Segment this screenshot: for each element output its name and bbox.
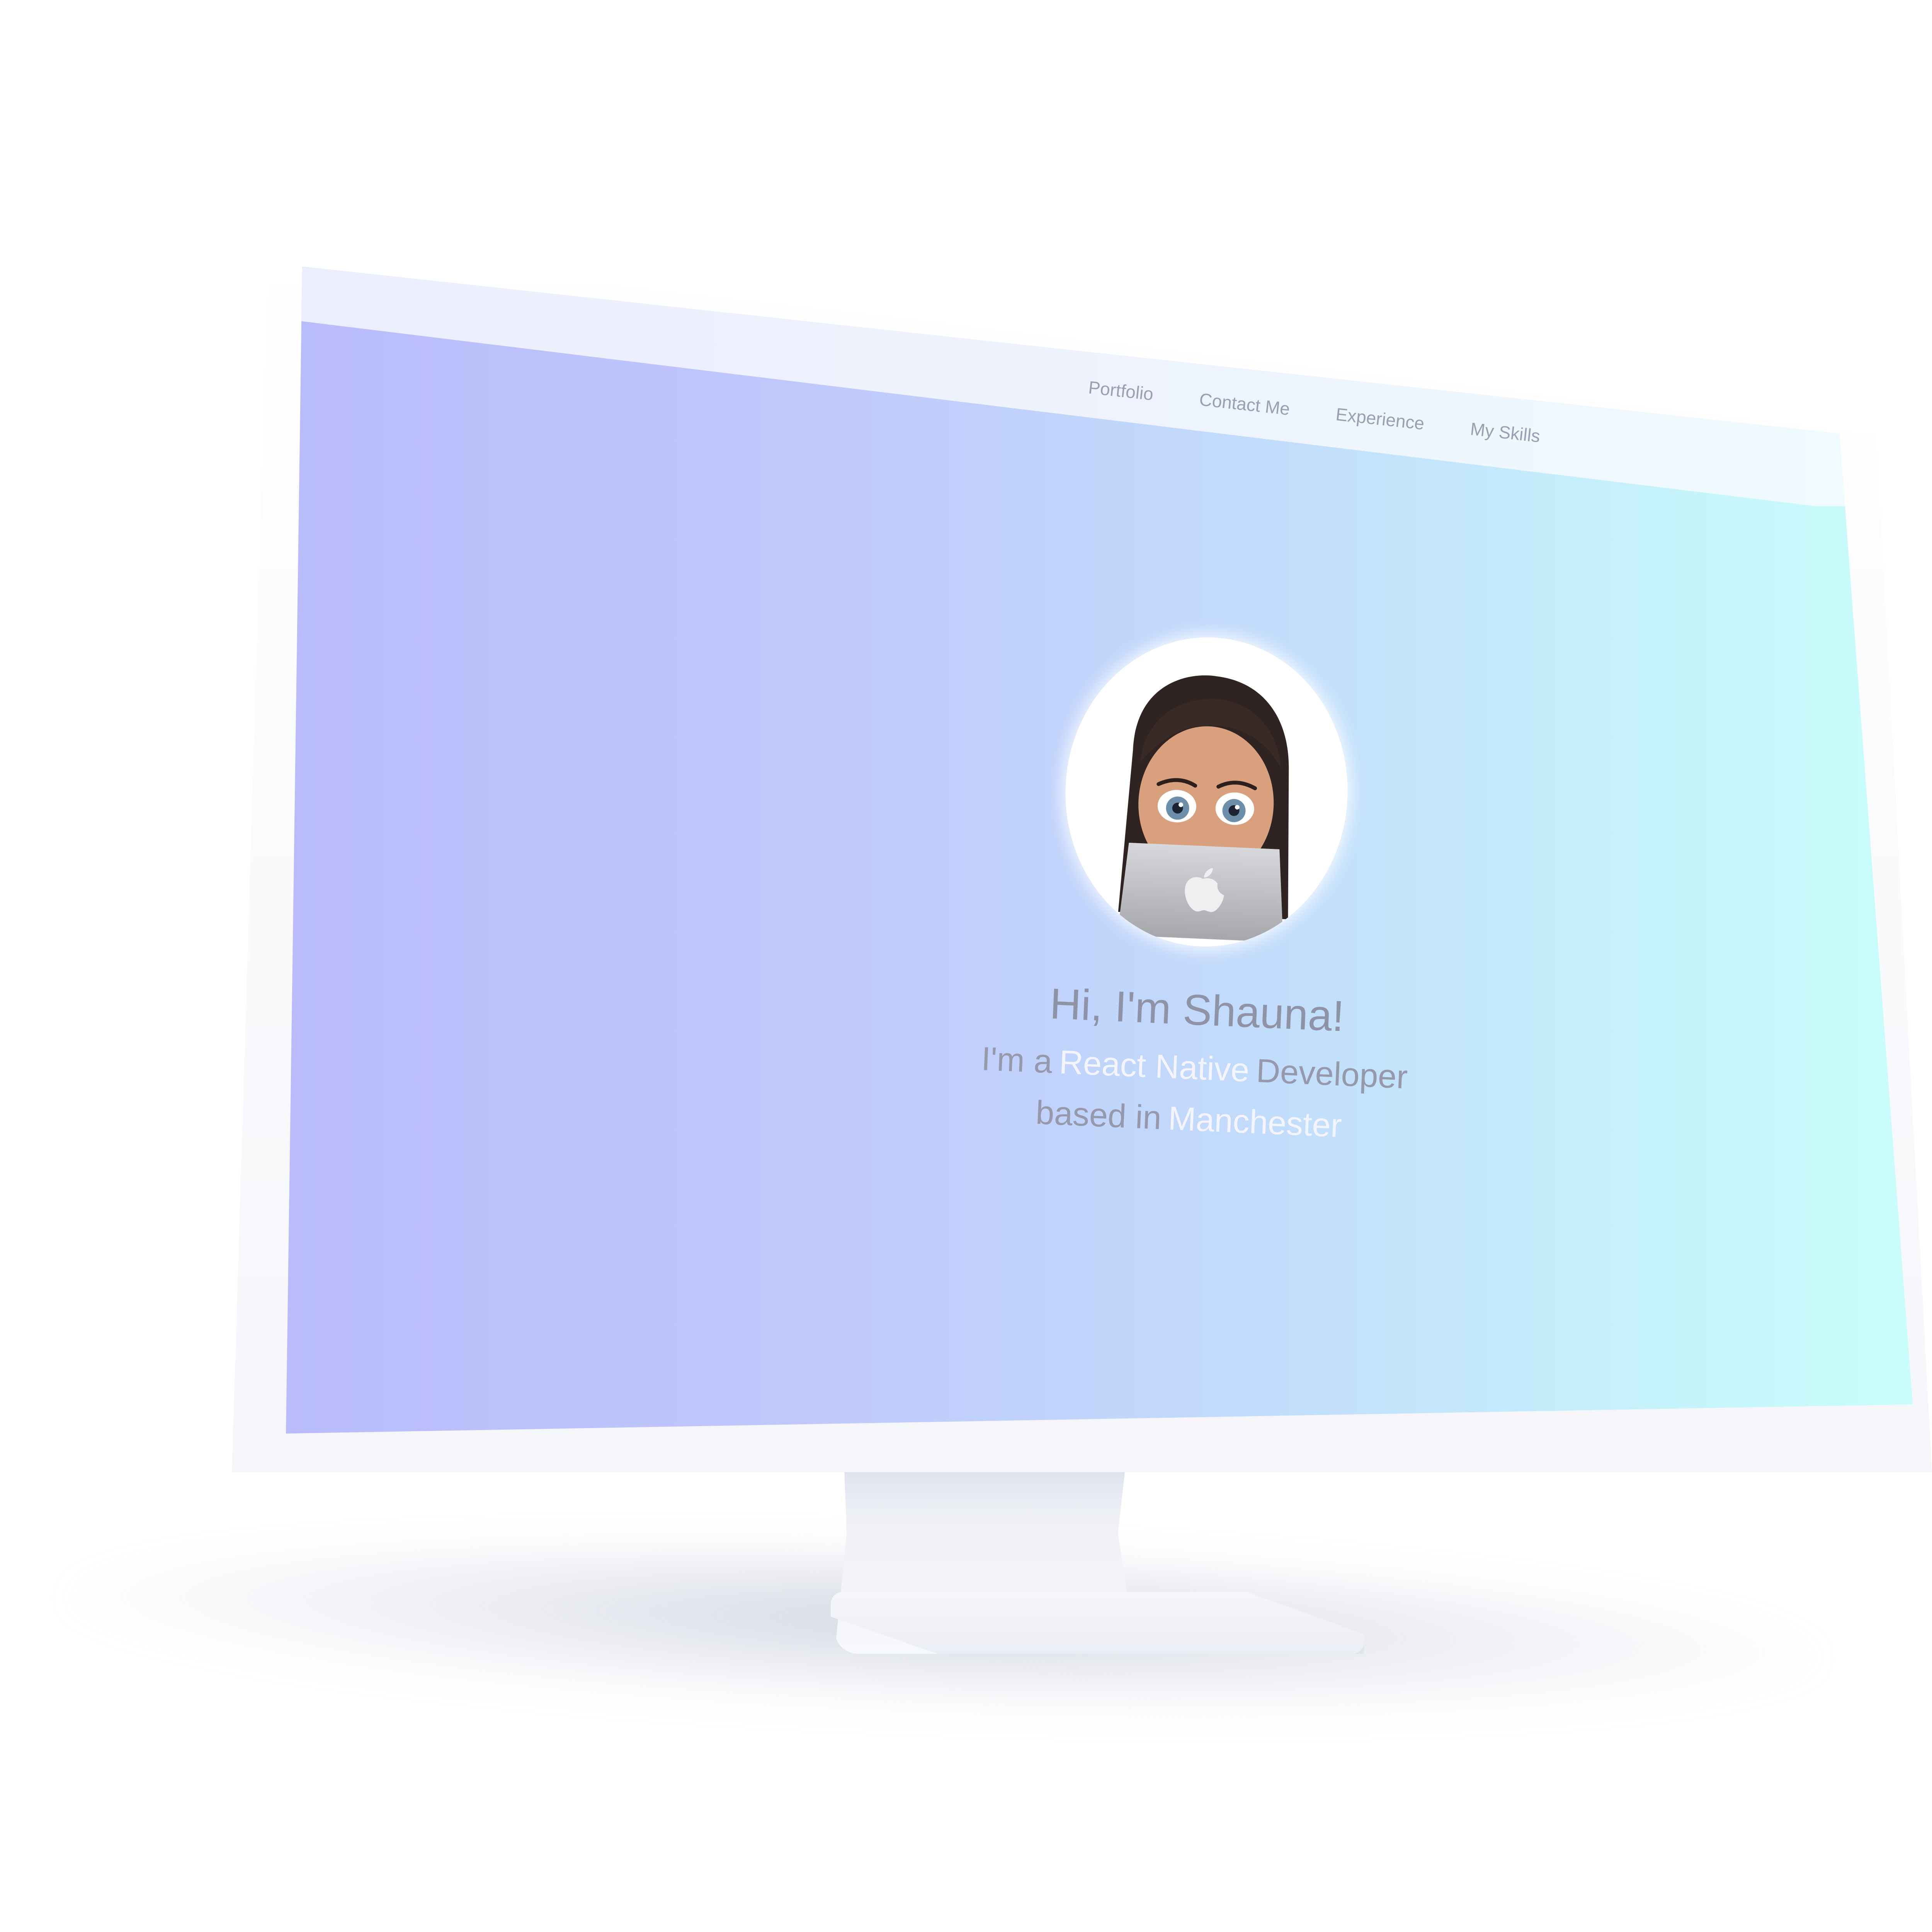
tagline-prefix: I'm a [980, 1040, 1053, 1080]
avatar [1059, 631, 1354, 953]
tagline-suffix: Developer [1255, 1052, 1408, 1096]
mockup-stage: Portfolio Contact Me Experience My Skill… [0, 0, 1932, 1932]
tagline-location-prefix: based in [1035, 1094, 1162, 1137]
hero-section: Hi, I'm Shauna! I'm a React Native Develop… [844, 622, 1561, 1161]
memoji-avatar-icon [1117, 675, 1289, 942]
tagline-accent-location: Manchester [1167, 1100, 1343, 1145]
hero-tagline: I'm a React Native Developer based in Manch… [844, 1027, 1543, 1161]
tagline-accent-role: React Native [1058, 1043, 1250, 1089]
monitor-screen: Portfolio Contact Me Experience My Skill… [286, 267, 1913, 1434]
